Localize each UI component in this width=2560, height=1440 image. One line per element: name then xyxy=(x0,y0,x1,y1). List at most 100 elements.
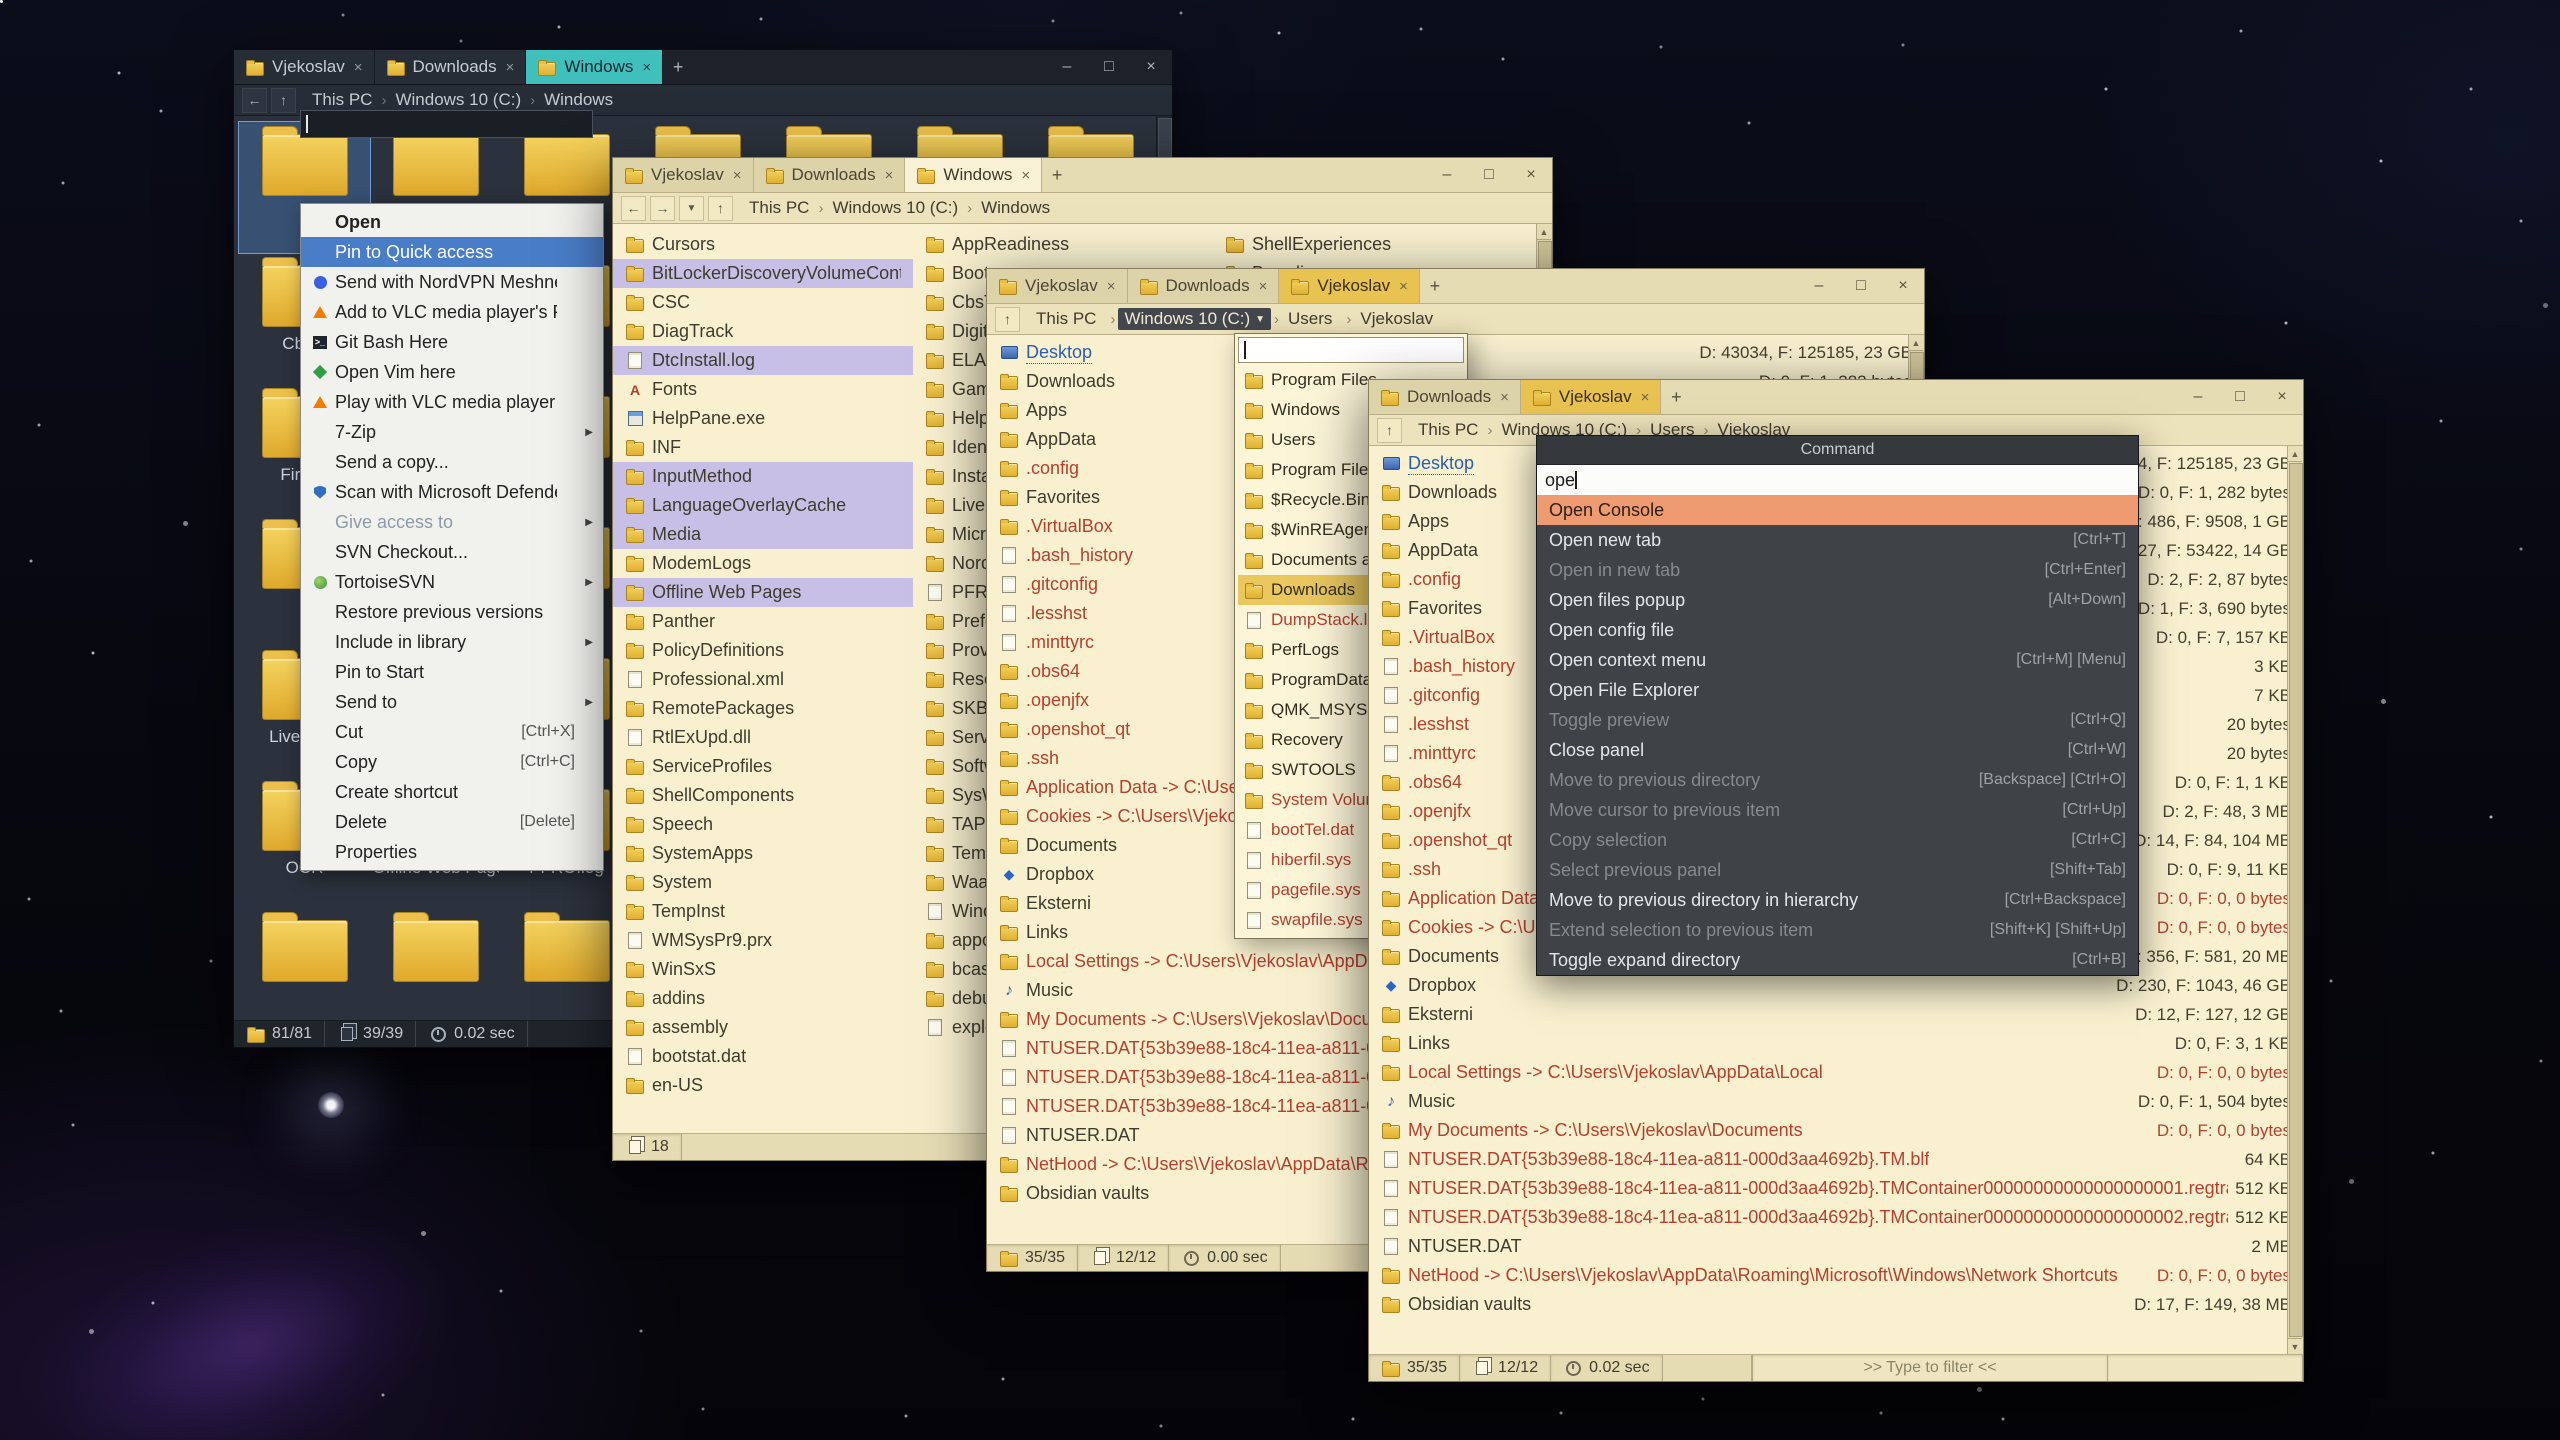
command-item[interactable]: Move cursor to previous item [Ctrl+Up] xyxy=(1537,795,2138,825)
context-menu-item[interactable]: Scan with Microsoft Defender... xyxy=(301,477,603,507)
tab-close-icon[interactable]: × xyxy=(506,59,515,76)
minimize-button[interactable]: – xyxy=(1798,269,1840,303)
context-menu-item[interactable]: Play with VLC media player xyxy=(301,387,603,417)
file-row[interactable]: DtcInstall.log xyxy=(613,346,913,375)
minimize-button[interactable]: – xyxy=(1046,50,1088,84)
file-row[interactable]: System xyxy=(613,868,913,897)
command-item[interactable]: Close panel [Ctrl+W] xyxy=(1537,735,2138,765)
breadcrumb-item[interactable]: Users xyxy=(1282,308,1343,330)
file-row[interactable]: Cursors xyxy=(613,230,913,259)
file-row[interactable]: ServiceProfiles xyxy=(613,752,913,781)
tab[interactable]: Windows × xyxy=(905,158,1042,192)
title-drag-area[interactable] xyxy=(693,50,1046,84)
file-row[interactable]: HelpPane.exe xyxy=(613,404,913,433)
file-row[interactable]: RemotePackages xyxy=(613,694,913,723)
file-row[interactable]: NTUSER.DAT 2 MB xyxy=(1369,1232,2303,1261)
new-tab-button[interactable]: + xyxy=(663,50,693,84)
command-item[interactable]: Open files popup [Alt+Down] xyxy=(1537,585,2138,615)
tab[interactable]: Vjekoslav × xyxy=(987,269,1128,303)
scroll-up-icon[interactable]: ▲ xyxy=(1909,335,1923,351)
file-row[interactable]: Music D: 0, F: 1, 504 bytes xyxy=(1369,1087,2303,1116)
file-row[interactable]: assembly xyxy=(613,1013,913,1042)
context-menu-item[interactable]: 7-Zip ▶ xyxy=(301,417,603,447)
file-row[interactable]: Professional.xml xyxy=(613,665,913,694)
context-menu-item[interactable]: Include in library ▶ xyxy=(301,627,603,657)
file-row[interactable]: NTUSER.DAT{53b39e88-18c4-11ea-a811-000d3… xyxy=(1369,1174,2303,1203)
file-row[interactable]: Eksterni D: 12, F: 127, 12 GB xyxy=(1369,1000,2303,1029)
tab[interactable]: Vjekoslav × xyxy=(234,50,375,84)
tab[interactable]: Downloads × xyxy=(1128,269,1280,303)
command-item[interactable]: Open new tab [Ctrl+T] xyxy=(1537,525,2138,555)
context-menu-item[interactable]: Properties xyxy=(301,837,603,867)
file-row[interactable]: Offline Web Pages xyxy=(613,578,913,607)
tab-close-icon[interactable]: × xyxy=(1641,389,1650,406)
file-row[interactable]: en-US xyxy=(613,1071,913,1100)
command-item[interactable]: Toggle expand directory [Ctrl+B] xyxy=(1537,945,2138,975)
context-menu-item[interactable]: Pin to Start xyxy=(301,657,603,687)
scroll-down-icon[interactable]: ▼ xyxy=(2288,1338,2302,1354)
file-row[interactable]: Speech xyxy=(613,810,913,839)
breadcrumb-item[interactable]: Windows 10 (C:) xyxy=(826,197,964,219)
filter-input[interactable]: >> Type to filter << xyxy=(1752,1355,2108,1381)
tab[interactable]: Windows × xyxy=(526,50,663,84)
tab-close-icon[interactable]: × xyxy=(1500,389,1509,406)
maximize-button[interactable]: □ xyxy=(1088,50,1130,84)
context-menu-item[interactable]: TortoiseSVN ▶ xyxy=(301,567,603,597)
up-icon[interactable]: ↑ xyxy=(1377,418,1402,443)
maximize-button[interactable]: □ xyxy=(2219,380,2261,414)
breadcrumb-item[interactable]: This PC xyxy=(1030,308,1107,330)
scroll-up-icon[interactable]: ▲ xyxy=(1537,224,1551,240)
file-row[interactable]: NetHood -> C:\Users\Vjekoslav\AppData\Ro… xyxy=(1369,1261,2303,1290)
scrollbar-thumb[interactable] xyxy=(2289,463,2303,1337)
new-tab-button[interactable]: + xyxy=(1042,158,1072,192)
up-icon[interactable]: ↑ xyxy=(271,88,296,113)
command-item[interactable]: Move to previous directory in hierarchy … xyxy=(1537,885,2138,915)
tab-close-icon[interactable]: × xyxy=(354,59,363,76)
file-row[interactable]: INF xyxy=(613,433,913,462)
new-tab-button[interactable]: + xyxy=(1661,380,1691,414)
title-bar[interactable]: Vjekoslav × Downloads × Vjekoslav × xyxy=(987,269,1924,304)
command-item[interactable]: Open File Explorer xyxy=(1537,675,2138,705)
context-menu-item[interactable]: Delete [Delete] xyxy=(301,807,603,837)
breadcrumb-item[interactable]: Windows xyxy=(975,197,1056,219)
title-drag-area[interactable] xyxy=(1450,269,1798,303)
close-button[interactable]: × xyxy=(2261,380,2303,414)
context-menu-item[interactable]: Open xyxy=(301,207,603,237)
tab-close-icon[interactable]: × xyxy=(1107,278,1116,295)
file-row[interactable]: TempInst xyxy=(613,897,913,926)
command-item[interactable]: Select previous panel [Shift+Tab] xyxy=(1537,855,2138,885)
command-item[interactable]: Open Console xyxy=(1537,495,2138,525)
close-button[interactable]: × xyxy=(1510,158,1552,192)
title-bar[interactable]: Vjekoslav × Downloads × Windows × xyxy=(234,50,1172,85)
file-row[interactable]: CSC xyxy=(613,288,913,317)
tab-close-icon[interactable]: × xyxy=(733,167,742,184)
file-row[interactable]: Local Settings -> C:\Users\Vjekoslav\App… xyxy=(1369,1058,2303,1087)
scrollbar[interactable]: ▲ ▼ xyxy=(2287,446,2303,1354)
new-tab-button[interactable]: + xyxy=(1420,269,1450,303)
file-row[interactable]: BitLockerDiscoveryVolumeContents xyxy=(613,259,913,288)
tab-close-icon[interactable]: × xyxy=(1259,278,1268,295)
dropdown-filter-input[interactable] xyxy=(1238,337,1464,363)
breadcrumb-item[interactable]: Windows 10 (C:)▼ xyxy=(1118,308,1271,330)
file-row[interactable]: PolicyDefinitions xyxy=(613,636,913,665)
grid-item[interactable] xyxy=(370,908,501,1020)
file-row[interactable]: Fonts xyxy=(613,375,913,404)
title-drag-area[interactable] xyxy=(1691,380,2177,414)
command-item[interactable]: Extend selection to previous item [Shift… xyxy=(1537,915,2138,945)
file-row[interactable]: RtlExUpd.dll xyxy=(613,723,913,752)
tab-close-icon[interactable]: × xyxy=(1399,278,1408,295)
title-bar[interactable]: Vjekoslav × Downloads × Windows × xyxy=(613,158,1552,193)
breadcrumb-item[interactable]: This PC xyxy=(306,89,378,111)
context-menu-item[interactable]: Cut [Ctrl+X] xyxy=(301,717,603,747)
up-icon[interactable]: ↑ xyxy=(708,196,733,221)
file-row[interactable]: bootstat.dat xyxy=(613,1042,913,1071)
tab-close-icon[interactable]: × xyxy=(642,59,651,76)
breadcrumb-item[interactable]: Windows 10 (C:) xyxy=(389,89,527,111)
file-row[interactable]: SystemApps xyxy=(613,839,913,868)
context-menu-item[interactable]: Pin to Quick access xyxy=(301,237,603,267)
forward-icon[interactable]: → xyxy=(650,196,675,221)
maximize-button[interactable]: □ xyxy=(1468,158,1510,192)
file-row[interactable]: DiagTrack xyxy=(613,317,913,346)
minimize-button[interactable]: – xyxy=(2177,380,2219,414)
close-button[interactable]: × xyxy=(1130,50,1172,84)
